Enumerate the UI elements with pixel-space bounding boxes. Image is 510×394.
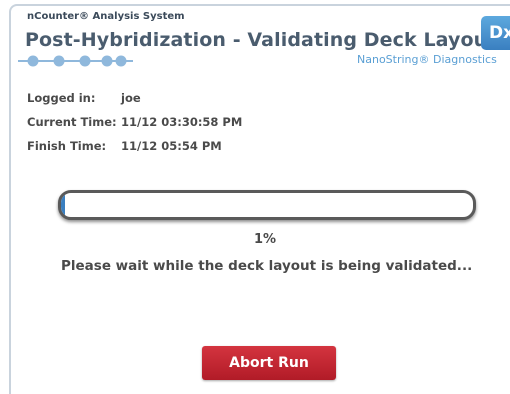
finish-time-label: Finish Time: <box>27 139 107 153</box>
dx-badge: Dx <box>481 16 510 50</box>
current-time-value: 11/12 03:30:58 PM <box>121 115 243 129</box>
finish-time-row: Finish Time: 11/12 05:54 PM <box>27 139 222 153</box>
step-dot-current <box>115 55 127 67</box>
progress-fill <box>61 193 66 217</box>
system-name: nCounter® Analysis System <box>27 11 185 22</box>
page-title: Post-Hybridization - Validating Deck Lay… <box>25 29 497 51</box>
step-indicator <box>18 54 138 68</box>
progress-percent: 1% <box>253 232 277 247</box>
step-dot <box>101 55 113 67</box>
step-dot <box>27 55 39 67</box>
brand-label: NanoString® Diagnostics <box>357 53 497 66</box>
abort-run-button[interactable]: Abort Run <box>202 346 336 380</box>
current-time-row: Current Time: 11/12 03:30:58 PM <box>27 115 242 129</box>
current-time-label: Current Time: <box>27 115 117 129</box>
finish-time-value: 11/12 05:54 PM <box>121 139 222 153</box>
step-dot <box>53 55 65 67</box>
progress-bar <box>58 190 476 220</box>
status-message: Please wait while the deck layout is bei… <box>61 258 473 274</box>
logged-in-value: joe <box>121 91 141 105</box>
logged-in-row: Logged in: joe <box>27 91 141 105</box>
logged-in-label: Logged in: <box>27 91 96 105</box>
step-dot <box>79 55 91 67</box>
